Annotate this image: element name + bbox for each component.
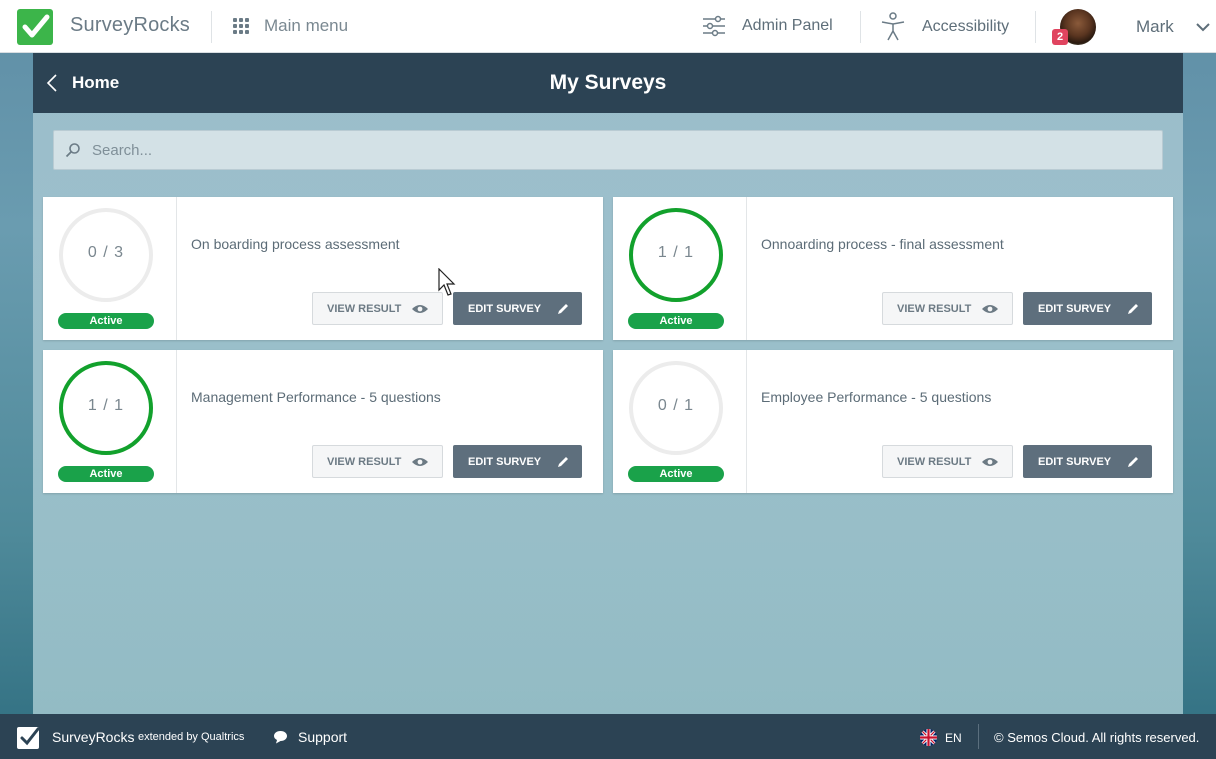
view-result-label: VIEW RESULT: [897, 455, 972, 468]
edit-survey-button[interactable]: EDIT SURVEY: [1023, 292, 1152, 325]
language-selector[interactable]: EN: [920, 729, 962, 746]
mouse-cursor-icon: [438, 268, 456, 296]
survey-title[interactable]: Onnoarding process - final assessment: [761, 236, 1004, 252]
survey-title[interactable]: On boarding process assessment: [191, 236, 400, 252]
progress-count: 1 / 1: [657, 244, 695, 261]
language-label: EN: [945, 730, 962, 745]
search-icon: [65, 143, 80, 158]
progress-count: 0 / 3: [87, 244, 125, 261]
footer: SurveyRocks extended by Qualtrics Suppor…: [0, 714, 1216, 759]
view-result-label: VIEW RESULT: [897, 302, 972, 315]
survey-progress-section: 0 / 1 Active: [613, 350, 747, 493]
view-result-button[interactable]: VIEW RESULT: [882, 292, 1013, 325]
pencil-icon: [1128, 456, 1138, 467]
copyright-text: © Semos Cloud. All rights reserved.: [994, 730, 1200, 745]
support-link[interactable]: Support: [273, 729, 347, 745]
top-navigation-bar: SurveyRocks Main menu Admin Panel Access…: [0, 0, 1216, 53]
edit-survey-label: EDIT SURVEY: [468, 455, 542, 468]
survey-title[interactable]: Employee Performance - 5 questions: [761, 389, 991, 405]
surveys-panel: Home My Surveys 0 / 3 Active On boarding…: [33, 53, 1183, 714]
chevron-down-icon[interactable]: [1196, 22, 1210, 32]
apps-grid-icon: [233, 18, 249, 34]
survey-progress-section: 1 / 1 Active: [43, 350, 177, 493]
avatar[interactable]: 2: [1052, 9, 1096, 45]
page-title: My Surveys: [549, 71, 667, 94]
notification-badge[interactable]: 2: [1052, 29, 1068, 45]
status-badge: Active: [628, 466, 724, 482]
search-bar[interactable]: [53, 130, 1163, 170]
edit-survey-button[interactable]: EDIT SURVEY: [453, 292, 582, 325]
eye-icon: [412, 457, 428, 466]
brand-name[interactable]: SurveyRocks: [70, 14, 190, 37]
survey-card: 1 / 1 Active Onnoarding process - final …: [613, 197, 1173, 340]
search-input[interactable]: [92, 141, 1092, 159]
accessibility-icon: [881, 12, 905, 41]
edit-survey-button[interactable]: EDIT SURVEY: [453, 445, 582, 478]
surveyrocks-logo-icon: [17, 727, 40, 749]
eye-icon: [982, 304, 998, 313]
footer-extended-text: extended by Qualtrics: [138, 731, 245, 743]
user-name: Mark: [1136, 17, 1174, 36]
view-result-label: VIEW RESULT: [327, 455, 402, 468]
accessibility-button[interactable]: Accessibility: [880, 12, 1009, 42]
chat-bubble-icon: [274, 731, 287, 744]
admin-panel-label: Admin Panel: [742, 17, 833, 34]
user-menu-button[interactable]: 2 Mark: [1052, 9, 1210, 45]
main-menu-label: Main menu: [264, 16, 349, 35]
status-badge: Active: [58, 466, 154, 482]
view-result-label: VIEW RESULT: [327, 302, 402, 315]
eye-icon: [412, 304, 428, 313]
pencil-icon: [1128, 303, 1138, 314]
edit-survey-label: EDIT SURVEY: [1038, 302, 1112, 315]
survey-card: 1 / 1 Active Management Performance - 5 …: [43, 350, 603, 493]
edit-survey-label: EDIT SURVEY: [1038, 455, 1112, 468]
main-menu-button[interactable]: Main menu: [233, 16, 348, 36]
view-result-button[interactable]: VIEW RESULT: [312, 292, 443, 325]
survey-progress-section: 0 / 3 Active: [43, 197, 177, 340]
eye-icon: [982, 457, 998, 466]
accessibility-label: Accessibility: [922, 18, 1010, 35]
survey-card: 0 / 1 Active Employee Performance - 5 qu…: [613, 350, 1173, 493]
survey-title[interactable]: Management Performance - 5 questions: [191, 389, 441, 405]
progress-count: 0 / 1: [657, 397, 695, 414]
status-badge: Active: [628, 313, 724, 329]
survey-progress-section: 1 / 1 Active: [613, 197, 747, 340]
view-result-button[interactable]: VIEW RESULT: [312, 445, 443, 478]
surveyrocks-logo-icon[interactable]: [17, 9, 53, 45]
panel-header: Home My Surveys: [33, 53, 1183, 113]
admin-panel-button[interactable]: Admin Panel: [702, 14, 833, 38]
divider: [978, 724, 979, 749]
pencil-icon: [558, 456, 568, 467]
divider: [1035, 11, 1036, 43]
edit-survey-label: EDIT SURVEY: [468, 302, 542, 315]
view-result-button[interactable]: VIEW RESULT: [882, 445, 1013, 478]
progress-count: 1 / 1: [87, 397, 125, 414]
divider: [211, 11, 212, 43]
footer-brand: SurveyRocks: [52, 729, 135, 745]
survey-card: 0 / 3 Active On boarding process assessm…: [43, 197, 603, 340]
pencil-icon: [558, 303, 568, 314]
edit-survey-button[interactable]: EDIT SURVEY: [1023, 445, 1152, 478]
status-badge: Active: [58, 313, 154, 329]
support-label: Support: [298, 729, 348, 745]
divider: [860, 11, 861, 43]
sliders-icon: [703, 15, 725, 37]
uk-flag-icon: [920, 729, 937, 746]
